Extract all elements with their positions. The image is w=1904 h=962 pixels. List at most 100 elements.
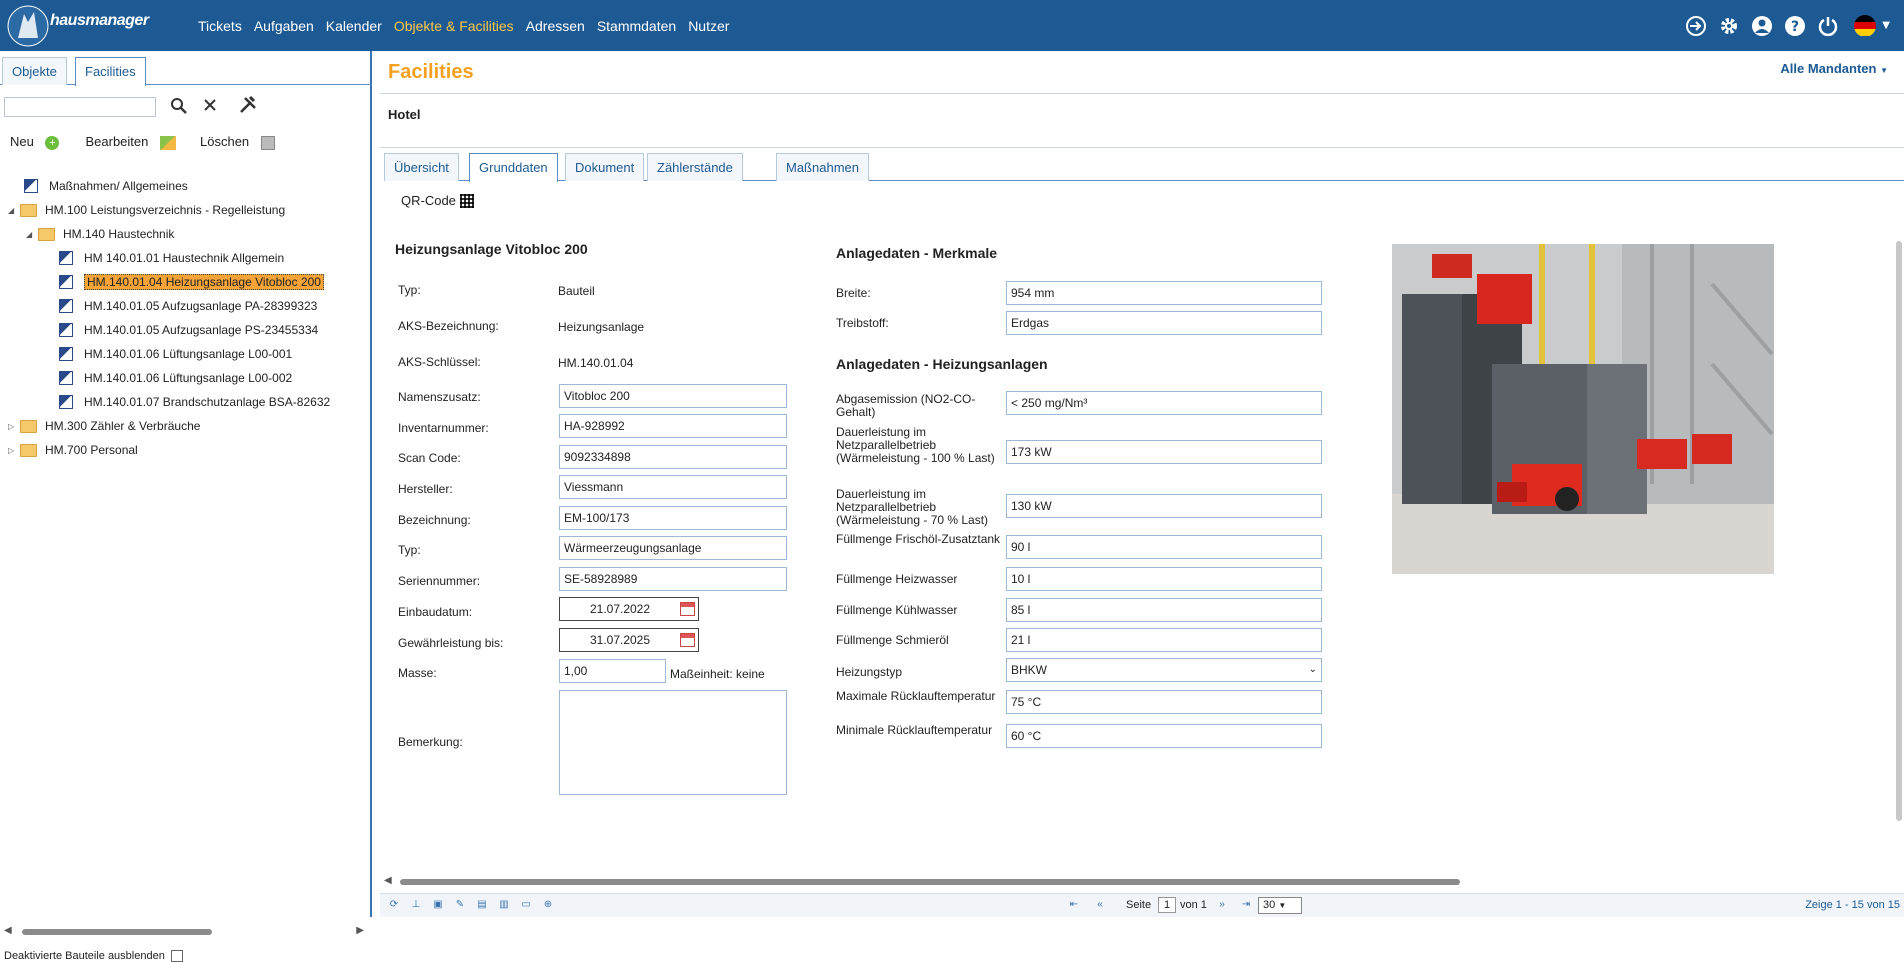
tree-item[interactable]: ▷ HM.300 Zähler & Verbräuche <box>8 415 200 437</box>
search-input[interactable] <box>4 97 156 117</box>
scrollbar-thumb[interactable] <box>400 879 1460 885</box>
tab-grunddaten[interactable]: Grunddaten <box>469 153 558 182</box>
first-page-icon[interactable]: ⇤ <box>1068 899 1080 911</box>
tree-item[interactable]: ◢ HM.100 Leistungsverzeichnis - Regelleis… <box>8 199 285 221</box>
scrollbar-thumb[interactable] <box>22 929 212 935</box>
kuehlwasser-input[interactable]: 85 l <box>1006 598 1322 622</box>
help-icon[interactable]: ? <box>1783 14 1807 38</box>
calendar-icon[interactable] <box>680 602 695 616</box>
nav-nutzer[interactable]: Nutzer <box>688 18 729 34</box>
tree-item[interactable]: HM.140.01.05 Aufzugsanlage PA-28399323 <box>59 295 317 317</box>
last-page-icon[interactable]: ⇥ <box>1240 899 1252 911</box>
scan-code-input[interactable]: 9092334898 <box>559 445 787 469</box>
breite-input[interactable]: 954 mm <box>1006 281 1322 305</box>
tab-zaehlerstaende[interactable]: Zählerstände <box>647 153 743 181</box>
hide-deactivated-toggle[interactable]: Deaktivierte Bauteile ausblenden <box>4 950 183 962</box>
tree-item[interactable]: HM.140.01.06 Lüftungsanlage L00-002 <box>59 367 292 389</box>
nav-stammdaten[interactable]: Stammdaten <box>597 18 676 34</box>
scroll-left-icon[interactable]: ◀ <box>4 925 12 936</box>
treibstoff-input[interactable]: Erdgas <box>1006 311 1322 335</box>
power-icon[interactable] <box>1816 14 1840 38</box>
heizungstyp-select[interactable]: BHKW ⌄ <box>1006 658 1322 682</box>
chevron-down-icon[interactable]: ▼ <box>1882 20 1890 31</box>
prev-page-icon[interactable]: « <box>1094 899 1106 911</box>
tree-item[interactable]: HM 140.01.01 Haustechnik Allgemein <box>59 247 284 269</box>
abgasemission-input[interactable]: < 250 mg/Nm³ <box>1006 391 1322 415</box>
nav-kalender[interactable]: Kalender <box>326 18 382 34</box>
tree-item-selected[interactable]: HM.140.01.04 Heizungsanlage Vitobloc 200 <box>59 271 324 293</box>
typ-input[interactable]: Wärmeerzeugungsanlage <box>559 536 787 560</box>
tab-uebersicht[interactable]: Übersicht <box>384 153 459 181</box>
page-input[interactable]: 1 <box>1158 897 1176 913</box>
new-button[interactable]: Neu + <box>10 134 67 150</box>
refresh-icon[interactable]: ⟳ <box>388 899 400 911</box>
expand-icon[interactable]: ▷ <box>8 422 20 431</box>
nav-adressen[interactable]: Adressen <box>526 18 585 34</box>
tab-dokument[interactable]: Dokument <box>565 153 645 181</box>
nav-tickets[interactable]: Tickets <box>198 18 242 34</box>
field-label: Maximale Rücklauftemperatur <box>836 689 996 703</box>
scroll-right-icon[interactable]: ▶ <box>356 925 364 936</box>
masse-input[interactable]: 1,00 <box>559 659 666 683</box>
calendar-icon[interactable] <box>680 633 695 647</box>
inventarnummer-input[interactable]: HA-928992 <box>559 414 787 438</box>
user-icon[interactable] <box>1750 14 1774 38</box>
hersteller-input[interactable]: Viessmann <box>559 475 787 499</box>
tree-horizontal-scrollbar[interactable]: ◀ ▶ <box>4 925 364 937</box>
expand-icon[interactable]: ▷ <box>8 446 20 455</box>
zoom-icon[interactable]: ⊕ <box>542 899 554 911</box>
next-page-icon[interactable]: » <box>1216 899 1228 911</box>
schmieroel-input[interactable]: 21 l <box>1006 628 1322 652</box>
dauerleistung-70-input[interactable]: 130 kW <box>1006 494 1322 518</box>
folder-icon[interactable]: ▭ <box>520 899 532 911</box>
tab-massnahmen[interactable]: Maßnahmen <box>776 153 869 181</box>
collapse-icon[interactable]: ◢ <box>26 230 38 239</box>
scroll-left-icon[interactable]: ◀ <box>384 875 392 886</box>
tab-objekte[interactable]: Objekte <box>2 57 67 85</box>
qr-code-link[interactable]: QR-Code <box>401 193 474 208</box>
svg-text:?: ? <box>1791 19 1799 35</box>
tools-icon[interactable] <box>238 95 258 119</box>
tree-item-label: Maßnahmen/ Allgemeines <box>49 179 188 193</box>
hide-deactivated-checkbox[interactable] <box>170 950 183 962</box>
wrench-icon[interactable]: ✎ <box>454 899 466 911</box>
edit-button[interactable]: Bearbeiten <box>85 134 184 150</box>
bemerkung-textarea[interactable] <box>559 690 787 795</box>
dauerleistung-100-input[interactable]: 173 kW <box>1006 440 1322 464</box>
tree-item[interactable]: HM.140.01.06 Lüftungsanlage L00-001 <box>59 343 292 365</box>
content-vertical-scrollbar[interactable] <box>1896 231 1904 831</box>
max-ruecklauf-input[interactable]: 75 °C <box>1006 690 1322 714</box>
clear-icon[interactable] <box>202 97 218 117</box>
heizwasser-input[interactable]: 10 l <box>1006 567 1322 591</box>
columns-icon[interactable]: ▤ <box>476 899 488 911</box>
gewaehrleistung-input[interactable]: 31.07.2025 <box>559 628 699 652</box>
save-icon[interactable]: ▣ <box>432 899 444 911</box>
german-flag-icon[interactable] <box>1854 14 1877 37</box>
hausmanager-logo-icon[interactable] <box>6 4 50 48</box>
tree-item[interactable]: HM.140.01.05 Aufzugsanlage PS-23455334 <box>59 319 318 341</box>
scrollbar-thumb[interactable] <box>1896 241 1902 821</box>
tree-item[interactable]: Maßnahmen/ Allgemeines <box>24 175 188 197</box>
tree-item[interactable]: HM.140.01.07 Brandschutzanlage BSA-82632 <box>59 391 372 413</box>
login-icon[interactable] <box>1684 14 1708 38</box>
min-ruecklauf-input[interactable]: 60 °C <box>1006 724 1322 748</box>
seriennummer-input[interactable]: SE-58928989 <box>559 567 787 591</box>
gear-icon[interactable] <box>1717 14 1741 38</box>
pin-icon[interactable]: ⊥ <box>410 899 422 911</box>
bezeichnung-input[interactable]: EM-100/173 <box>559 506 787 530</box>
delete-button[interactable]: Löschen <box>200 134 283 150</box>
tree-item[interactable]: ◢ HM.140 Haustechnik <box>26 223 174 245</box>
print-icon[interactable]: ▥ <box>498 899 510 911</box>
search-icon[interactable] <box>170 97 188 119</box>
page-size-select[interactable]: 30 ▼ <box>1258 897 1302 914</box>
mandant-select[interactable]: Alle Mandanten ▼ <box>1780 61 1888 76</box>
nav-objekte-facilities[interactable]: Objekte & Facilities <box>394 18 514 34</box>
tree-item[interactable]: ▷ HM.700 Personal <box>8 439 138 461</box>
namenszusatz-input[interactable]: Vitobloc 200 <box>559 384 787 408</box>
content-horizontal-scrollbar[interactable]: ◀ <box>384 875 1904 887</box>
einbaudatum-input[interactable]: 21.07.2022 <box>559 597 699 621</box>
frischoel-input[interactable]: 90 l <box>1006 535 1322 559</box>
nav-aufgaben[interactable]: Aufgaben <box>254 18 314 34</box>
tab-facilities[interactable]: Facilities <box>75 57 146 86</box>
collapse-icon[interactable]: ◢ <box>8 206 20 215</box>
